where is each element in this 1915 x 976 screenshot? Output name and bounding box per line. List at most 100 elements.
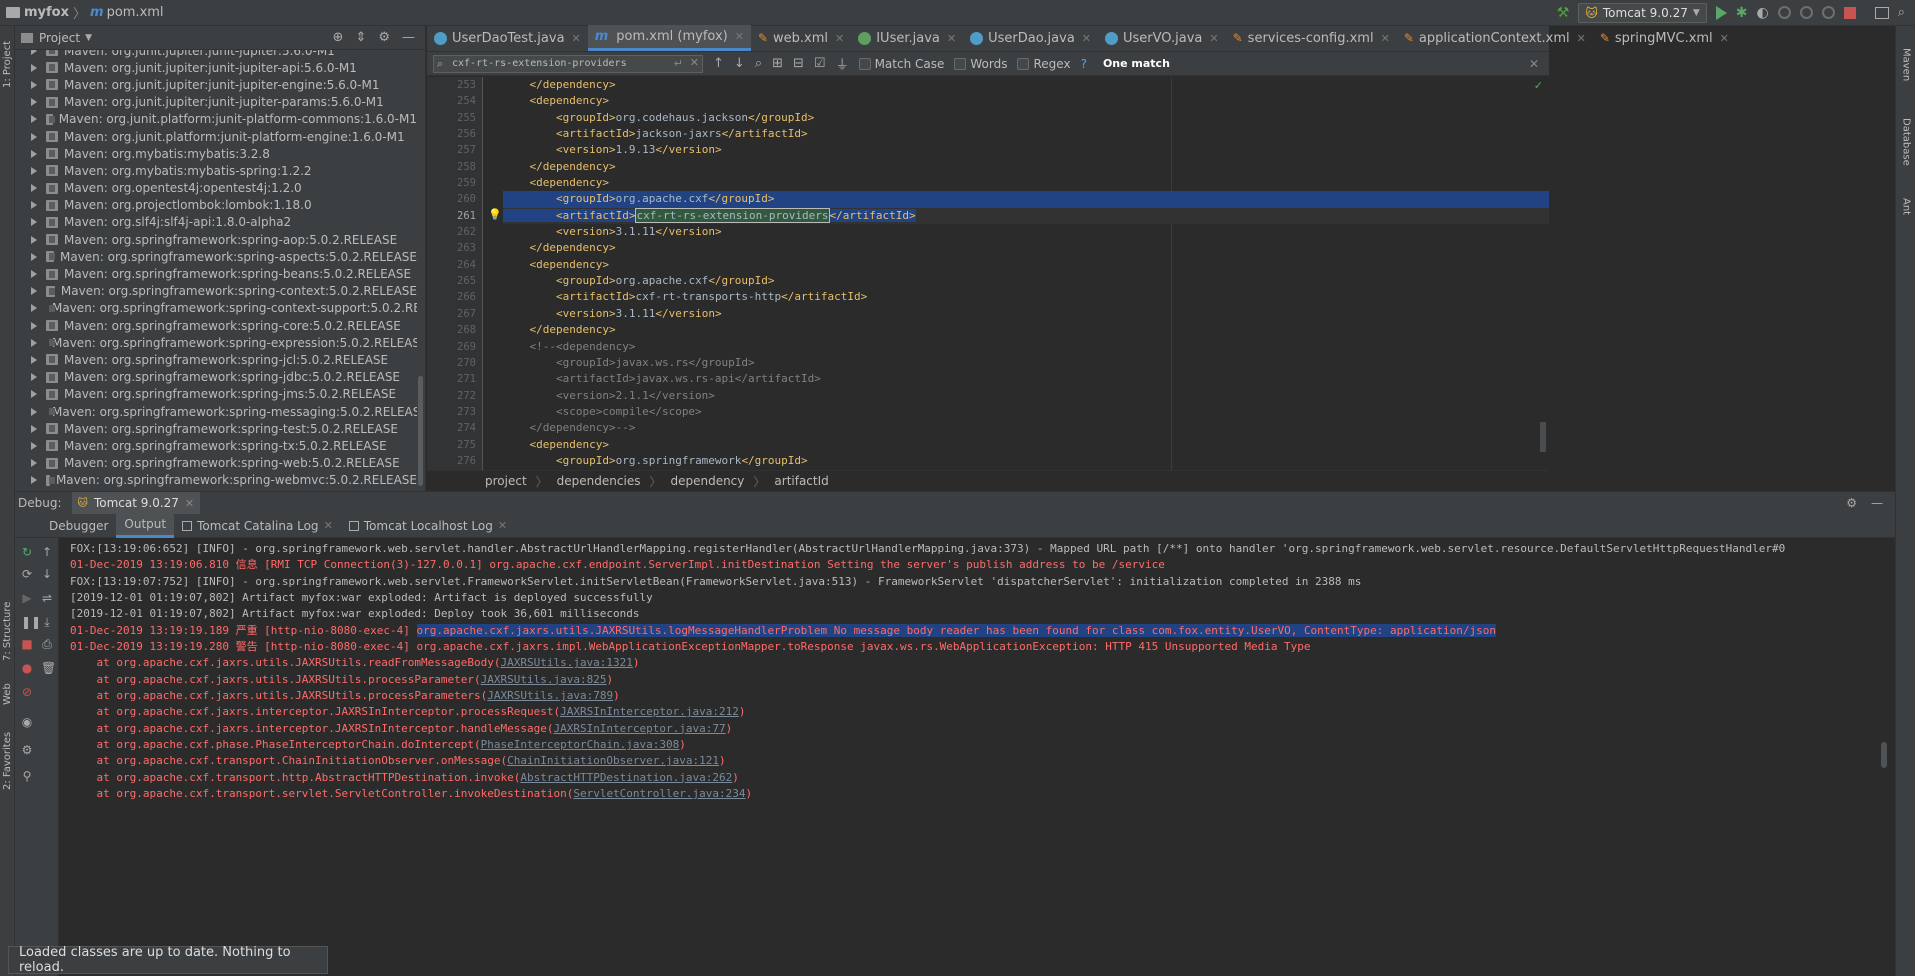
line-number[interactable]: 256 — [427, 126, 482, 142]
debug-tab[interactable]: Tomcat Localhost Log ✕ — [341, 514, 515, 538]
build-hammer-icon[interactable]: ⚒ — [1557, 5, 1570, 21]
gear-icon[interactable]: ⚙ — [378, 30, 390, 45]
line-number[interactable]: 265 — [427, 273, 482, 289]
project-tree-item[interactable]: Maven: org.springframework:spring-aspect… — [15, 248, 417, 265]
stack-trace-link[interactable]: JAXRSInInterceptor.java:77 — [553, 722, 725, 735]
debug-tab[interactable]: Debugger — [41, 514, 116, 538]
console-scrollbar[interactable] — [1881, 742, 1887, 768]
editor-scrollbar[interactable] — [1540, 422, 1546, 452]
project-tree-item[interactable]: Maven: org.springframework:spring-tx:5.0… — [15, 437, 417, 454]
match-case-checkbox[interactable] — [858, 57, 871, 70]
line-number[interactable]: 269 — [427, 339, 482, 355]
chevron-right-icon[interactable] — [31, 373, 37, 382]
locate-target-icon[interactable]: ⊕ — [333, 30, 344, 45]
mute-breakpoints-icon[interactable]: ⊘ — [21, 686, 33, 698]
rerun-icon[interactable]: ↻ — [21, 546, 33, 558]
find-all-icon[interactable]: ⌕ — [755, 56, 762, 71]
project-tree-item[interactable]: Maven: org.springframework:spring-webmvc… — [15, 472, 417, 489]
project-tree-item[interactable]: Maven: org.junit.jupiter:junit-jupiter-p… — [15, 94, 417, 111]
project-tree-item[interactable]: Maven: org.springframework:spring-expres… — [15, 334, 417, 351]
select-all-occurrences-icon[interactable]: ☑ — [814, 56, 826, 71]
line-number[interactable]: 254 — [427, 93, 482, 109]
chevron-right-icon[interactable] — [31, 235, 37, 244]
line-number[interactable]: 275 — [427, 437, 482, 453]
stack-trace-link[interactable]: JAXRSUtils.java:789 — [487, 689, 613, 702]
close-tab-icon[interactable]: ✕ — [1381, 32, 1390, 45]
chevron-right-icon[interactable] — [31, 132, 37, 141]
debug-icon[interactable]: ✱ — [1736, 5, 1748, 21]
editor-tab[interactable]: UserVO.java ✕ — [1098, 25, 1226, 51]
chevron-right-icon[interactable] — [31, 201, 37, 210]
chevron-right-icon[interactable] — [31, 287, 37, 296]
chevron-right-icon[interactable] — [31, 355, 37, 364]
chevron-right-icon[interactable] — [31, 149, 37, 158]
line-number[interactable]: 263 — [427, 240, 482, 256]
profile-icon[interactable] — [1777, 6, 1791, 19]
breadcrumb-item[interactable]: artifactId — [774, 474, 828, 488]
project-tree-item[interactable]: Maven: org.opentest4j:opentest4j:1.2.0 — [15, 180, 417, 197]
step-down-icon[interactable]: ↓ — [41, 568, 53, 580]
project-tree-item[interactable]: Maven: org.springframework:spring-aop:5.… — [15, 231, 417, 248]
add-occurrence-icon[interactable]: ⊞ — [772, 56, 783, 71]
chevron-right-icon[interactable] — [31, 98, 37, 107]
restart-icon[interactable]: ⟳ — [21, 568, 33, 580]
editor-tab[interactable]: m pom.xml (myfox) ✕ — [587, 25, 751, 51]
project-tree-item[interactable]: Maven: org.mybatis:mybatis-spring:1.2.2 — [15, 162, 417, 179]
line-number[interactable]: 264 — [427, 257, 482, 273]
line-number[interactable]: 266 — [427, 289, 482, 305]
line-number[interactable]: 270 — [427, 355, 482, 371]
regex-help-link[interactable]: ? — [1081, 57, 1087, 71]
project-name[interactable]: myfox — [24, 5, 69, 20]
chevron-right-icon[interactable] — [31, 338, 37, 347]
editor-tab[interactable]: ✎ services-config.xml ✕ — [1226, 25, 1397, 51]
stack-trace-link[interactable]: AbstractHTTPDestination.java:262 — [520, 771, 732, 784]
stack-trace-link[interactable]: PhaseInterceptorChain.java:308 — [481, 738, 680, 751]
web-tool-tab[interactable]: Web — [0, 676, 15, 712]
view-breakpoints-icon[interactable]: ● — [21, 662, 33, 674]
stack-trace-link[interactable]: ServletController.java:234 — [573, 787, 745, 800]
project-tree-item[interactable]: Maven: org.junit.jupiter:junit-jupiter-a… — [15, 59, 417, 76]
console-output[interactable]: FOX:[13:19:06:652] [INFO] - org.springfr… — [59, 538, 1877, 976]
pause-icon[interactable]: ❚❚ — [21, 616, 41, 628]
match-case-option[interactable]: Match Case — [858, 57, 944, 71]
favorites-tool-tab[interactable]: 2: Favorites — [0, 726, 15, 796]
project-tree-item[interactable]: Maven: org.springframework:spring-beans:… — [15, 265, 417, 282]
line-number[interactable]: 260 — [427, 191, 482, 207]
stack-trace-link[interactable]: JAXRSUtils.java:1321 — [500, 656, 632, 669]
code-area[interactable]: 253 254 255 256 257 258 259 260 261 262 263 264 265 2… — [427, 77, 1549, 470]
project-view-select[interactable]: Project — [39, 31, 80, 45]
stack-trace-link[interactable]: JAXRSUtils.java:825 — [481, 673, 607, 686]
close-tab-icon[interactable]: ✕ — [1720, 32, 1729, 45]
line-number[interactable]: 271 — [427, 371, 482, 387]
chevron-right-icon[interactable] — [31, 63, 37, 72]
chevron-right-icon[interactable] — [31, 218, 37, 227]
breadcrumb-item[interactable]: project — [485, 474, 527, 488]
project-tree-item[interactable]: Maven: org.projectlombok:lombok:1.18.0 — [15, 197, 417, 214]
stack-trace-link[interactable]: ChainInitiationObserver.java:121 — [507, 754, 719, 767]
project-tree-item[interactable]: Maven: org.junit.jupiter:junit-jupiter:5… — [15, 50, 417, 59]
chevron-down-icon[interactable]: ▼ — [85, 33, 92, 43]
camera-icon[interactable]: ◉ — [21, 716, 33, 728]
project-tree-item[interactable]: Maven: org.springframework:spring-contex… — [15, 283, 417, 300]
intention-bulb-icon[interactable]: 💡 — [488, 208, 502, 221]
line-number[interactable]: 257 — [427, 142, 482, 158]
close-tab-icon[interactable]: ✕ — [324, 519, 333, 532]
debug-session-tab[interactable]: 🐱 Tomcat 9.0.27 ✕ — [71, 492, 201, 514]
update-app-icon[interactable] — [1821, 6, 1835, 19]
line-number-gutter[interactable]: 253 254 255 256 257 258 259 260 261 262 263 264 265 2… — [427, 77, 483, 470]
chevron-right-icon[interactable] — [31, 304, 37, 313]
pin-icon[interactable]: ⚲ — [21, 770, 33, 782]
stop-icon[interactable]: ■ — [21, 638, 33, 650]
project-scrollbar[interactable] — [418, 376, 423, 486]
current-file-name[interactable]: pom.xml — [107, 5, 164, 20]
chevron-right-icon[interactable] — [31, 407, 37, 416]
previous-occurrence-icon[interactable]: ↑ — [713, 56, 724, 71]
chevron-right-icon[interactable] — [31, 184, 37, 193]
close-tab-icon[interactable]: ✕ — [1577, 32, 1586, 45]
chevron-right-icon[interactable] — [31, 390, 37, 399]
maven-tool-tab[interactable]: Maven — [1898, 48, 1914, 100]
chevron-right-icon[interactable] — [31, 80, 37, 89]
close-icon[interactable]: ✕ — [185, 497, 194, 510]
clear-all-icon[interactable]: 🗑 — [41, 662, 56, 674]
close-tab-icon[interactable]: ✕ — [1082, 32, 1091, 45]
